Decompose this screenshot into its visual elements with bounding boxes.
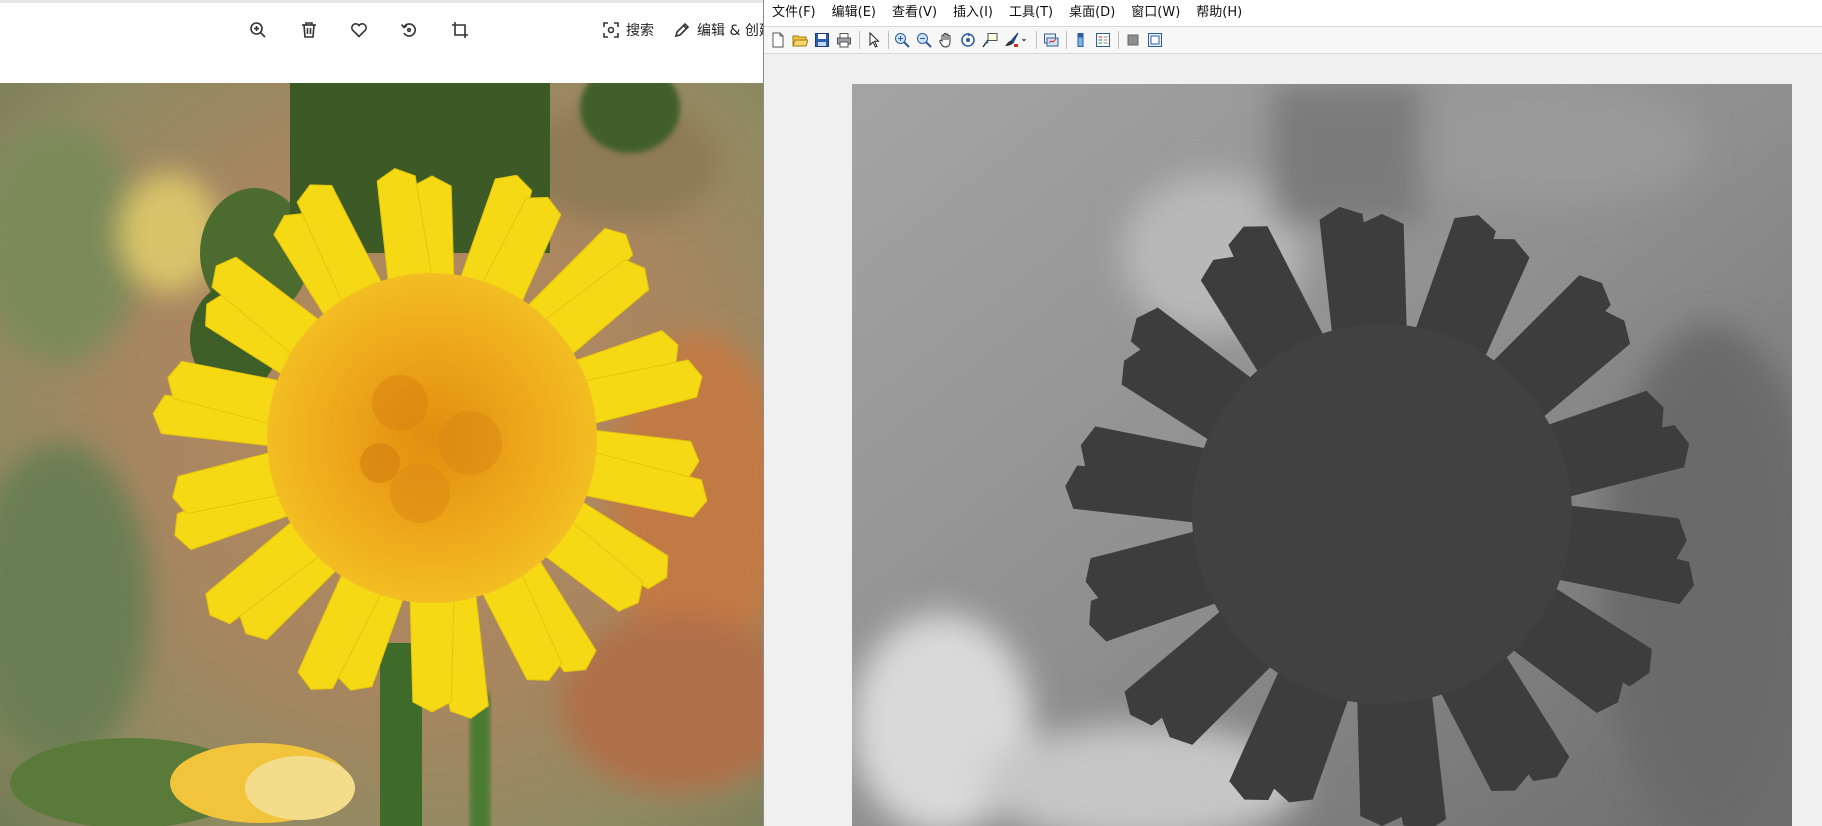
- hide-plot-tools-button[interactable]: [1123, 30, 1143, 50]
- chevron-down-icon: [1021, 39, 1027, 42]
- menu-insert[interactable]: 插入(I): [945, 0, 1001, 26]
- open-file-icon: [792, 35, 808, 47]
- menu-edit[interactable]: 编辑(E): [824, 0, 884, 26]
- pan-tool-button[interactable]: [936, 30, 956, 50]
- delete-button[interactable]: [300, 17, 318, 43]
- crop-button[interactable]: [451, 17, 469, 43]
- select-button[interactable]: [864, 30, 884, 50]
- toolbar-separator: [1118, 31, 1119, 49]
- toolbar-separator: [1036, 31, 1037, 49]
- link-plot-icon: [1044, 33, 1059, 47]
- heart-icon: [351, 23, 367, 38]
- data-cursor-button[interactable]: [980, 30, 1000, 50]
- new-figure-button[interactable]: [768, 30, 788, 50]
- print-button[interactable]: [834, 30, 854, 50]
- menu-view[interactable]: 查看(V): [884, 0, 945, 26]
- zoom-out-tool-button[interactable]: [914, 30, 934, 50]
- zoom-in-icon: [250, 22, 266, 38]
- menu-help[interactable]: 帮助(H): [1188, 0, 1250, 26]
- zoom-in-button[interactable]: [249, 17, 267, 43]
- select-arrow-icon: [869, 32, 880, 48]
- print-icon: [837, 33, 851, 48]
- viewer-toolbar: 搜索 编辑 & 创建: [0, 3, 763, 83]
- toolbar-separator: [888, 31, 889, 49]
- zoom-in-tool-button[interactable]: [892, 30, 912, 50]
- toolbar-separator: [859, 31, 860, 49]
- depth-map-axes: [852, 84, 1792, 826]
- menu-window[interactable]: 窗口(W): [1123, 0, 1188, 26]
- colorbar-button[interactable]: [1071, 30, 1091, 50]
- menu-file[interactable]: 文件(F): [764, 0, 824, 26]
- colorbar-icon: [1077, 33, 1084, 47]
- show-plot-tools-button[interactable]: [1145, 30, 1165, 50]
- data-cursor-icon: [982, 33, 998, 48]
- save-button[interactable]: [812, 30, 832, 50]
- legend-button[interactable]: [1093, 30, 1113, 50]
- zoom-out-icon: [917, 33, 932, 48]
- pan-hand-icon: [939, 33, 951, 48]
- save-icon: [815, 33, 829, 47]
- show-plot-tools-icon: [1148, 33, 1162, 47]
- figure-toolbar: [764, 26, 1822, 54]
- menu-bar: 文件(F) 编辑(E) 查看(V) 插入(I) 工具(T) 桌面(D) 窗口(W…: [764, 0, 1822, 26]
- figure-window: 文件(F) 编辑(E) 查看(V) 插入(I) 工具(T) 桌面(D) 窗口(W…: [764, 0, 1822, 826]
- hide-plot-tools-icon: [1127, 34, 1139, 46]
- edit-create-label: 编辑 & 创建: [697, 23, 763, 39]
- menu-desktop[interactable]: 桌面(D): [1061, 0, 1123, 26]
- search-label: 搜索: [626, 23, 654, 39]
- brush-dropdown[interactable]: [1018, 30, 1030, 50]
- edit-pen-icon: [674, 22, 690, 38]
- trash-icon: [302, 22, 316, 38]
- new-figure-icon: [772, 32, 784, 48]
- flower-photo: [0, 83, 763, 826]
- zoom-in-icon: [895, 33, 910, 48]
- link-plot-button[interactable]: [1041, 30, 1061, 50]
- toolbar-separator: [1066, 31, 1067, 49]
- edit-create-button[interactable]: 编辑 & 创建: [673, 17, 763, 43]
- menu-tools[interactable]: 工具(T): [1001, 0, 1061, 26]
- open-file-button[interactable]: [790, 30, 810, 50]
- visual-search-icon: [603, 22, 619, 38]
- rotate-icon: [400, 23, 416, 37]
- rotate-3d-button[interactable]: [958, 30, 978, 50]
- rotate-3d-icon: [961, 32, 975, 47]
- search-button[interactable]: 搜索: [602, 17, 654, 43]
- favorite-button[interactable]: [350, 17, 368, 43]
- rotate-button[interactable]: [400, 17, 418, 43]
- crop-icon: [452, 22, 468, 38]
- photo-viewer-window: 搜索 编辑 & 创建: [0, 0, 763, 826]
- legend-icon: [1096, 33, 1110, 47]
